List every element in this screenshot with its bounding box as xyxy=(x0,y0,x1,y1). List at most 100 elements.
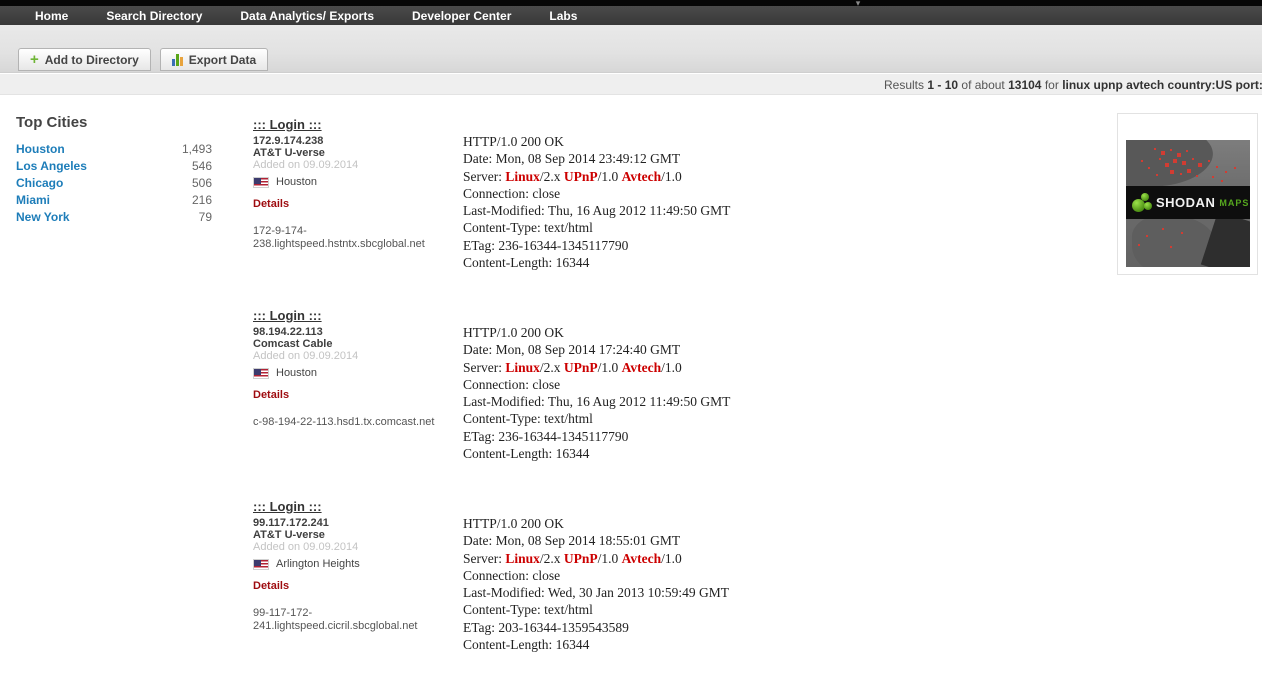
result-banner: HTTP/1.0 200 OKDate: Mon, 08 Sep 2014 18… xyxy=(463,498,713,653)
result-city: Houston xyxy=(276,367,317,379)
banner-line: Date: Mon, 08 Sep 2014 23:49:12 GMT xyxy=(463,150,713,167)
result-meta: ::: Login ::: 172.9.174.238 AT&T U-verse… xyxy=(253,116,463,271)
banner-line: Content-Length: 16344 xyxy=(463,254,713,271)
results-range: 1 - 10 xyxy=(927,78,958,92)
banner-line: Content-Length: 16344 xyxy=(463,636,713,653)
city-row: Miami 216 xyxy=(16,191,212,208)
result-meta: ::: Login ::: 98.194.22.113 Comcast Cabl… xyxy=(253,307,463,462)
result-added-date: Added on 09.09.2014 xyxy=(253,350,463,362)
result-added-date: Added on 09.09.2014 xyxy=(253,541,463,553)
details-link[interactable]: Details xyxy=(253,389,289,401)
banner-line: Connection: close xyxy=(463,185,713,202)
banner-line: Content-Type: text/html xyxy=(463,601,713,618)
map-red-dots xyxy=(1126,140,1128,142)
city-link[interactable]: Miami xyxy=(16,193,50,207)
nav-item-labs[interactable]: Labs xyxy=(549,9,577,23)
result-title-link[interactable]: ::: Login ::: xyxy=(253,117,322,132)
map-dark-region xyxy=(1201,211,1250,267)
banner-line: ETag: 236-16344-1345117790 xyxy=(463,428,713,445)
results-summary: Results 1 - 10 of about 13104 for linux … xyxy=(884,78,1262,92)
result-isp: AT&T U-verse xyxy=(253,529,463,541)
city-count: 1,493 xyxy=(182,142,212,156)
result-meta: ::: Login ::: 99.117.172.241 AT&T U-vers… xyxy=(253,498,463,653)
banner-line: Last-Modified: Wed, 30 Jan 2013 10:59:49… xyxy=(463,584,713,601)
banner-line: Content-Type: text/html xyxy=(463,219,713,236)
map-landmass-north xyxy=(1126,140,1216,192)
shodan-search-results-page: ▾ Home Search Directory Data Analytics/ … xyxy=(0,0,1262,677)
main-navbar: Home Search Directory Data Analytics/ Ex… xyxy=(0,6,1262,25)
city-count: 506 xyxy=(192,176,212,190)
results-for: for xyxy=(1045,78,1059,92)
city-link[interactable]: Los Angeles xyxy=(16,159,87,173)
shodan-maps-thumbnail[interactable]: SHODAN MAPS xyxy=(1117,113,1258,275)
city-link[interactable]: New York xyxy=(16,210,70,224)
map-title: SHODAN xyxy=(1156,195,1215,210)
plus-icon: + xyxy=(30,54,39,66)
result-isp: Comcast Cable xyxy=(253,338,463,350)
banner-line: Connection: close xyxy=(463,376,713,393)
shodan-logo-icon xyxy=(1130,190,1156,216)
banner-line: Last-Modified: Thu, 16 Aug 2012 11:49:50… xyxy=(463,202,713,219)
result-ip: 172.9.174.238 xyxy=(253,135,463,147)
city-link[interactable]: Houston xyxy=(16,142,65,156)
result-city: Houston xyxy=(276,176,317,188)
city-count: 546 xyxy=(192,159,212,173)
bar-chart-icon xyxy=(172,54,183,66)
banner-line: ETag: 203-16344-1359543589 xyxy=(463,619,713,636)
toolbar: + Add to Directory Export Data xyxy=(18,48,268,71)
add-to-directory-button[interactable]: + Add to Directory xyxy=(18,48,151,71)
result-banner: HTTP/1.0 200 OKDate: Mon, 08 Sep 2014 17… xyxy=(463,307,713,462)
result-title-link[interactable]: ::: Login ::: xyxy=(253,308,322,323)
add-to-directory-label: Add to Directory xyxy=(45,53,139,67)
nav-item-search-directory[interactable]: Search Directory xyxy=(106,9,202,23)
city-row: Chicago 506 xyxy=(16,174,212,191)
city-row: Los Angeles 546 xyxy=(16,157,212,174)
result-hostname: c-98-194-22-113.hsd1.tx.comcast.net xyxy=(253,416,453,429)
details-link[interactable]: Details xyxy=(253,580,289,592)
us-flag-icon xyxy=(253,559,269,570)
nav-item-home[interactable]: Home xyxy=(35,9,68,23)
banner-line: HTTP/1.0 200 OK xyxy=(463,324,713,341)
details-link[interactable]: Details xyxy=(253,198,289,210)
us-flag-icon xyxy=(253,368,269,379)
banner-line: Server: Linux/2.x UPnP/1.0 Avtech/1.0 xyxy=(463,359,713,376)
search-result: ::: Login ::: 98.194.22.113 Comcast Cabl… xyxy=(253,307,713,462)
result-location: Houston xyxy=(253,176,463,188)
search-result: ::: Login ::: 172.9.174.238 AT&T U-verse… xyxy=(253,116,713,271)
map-logo-band: SHODAN MAPS xyxy=(1126,186,1250,219)
banner-line: HTTP/1.0 200 OK xyxy=(463,133,713,150)
banner-line: Connection: close xyxy=(463,567,713,584)
city-row: New York 79 xyxy=(16,208,212,225)
banner-line: Last-Modified: Thu, 16 Aug 2012 11:49:50… xyxy=(463,393,713,410)
result-ip: 99.117.172.241 xyxy=(253,517,463,529)
export-data-button[interactable]: Export Data xyxy=(160,48,268,71)
banner-line: ETag: 236-16344-1345117790 xyxy=(463,237,713,254)
result-banner: HTTP/1.0 200 OKDate: Mon, 08 Sep 2014 23… xyxy=(463,116,713,271)
search-result: ::: Login ::: 99.117.172.241 AT&T U-vers… xyxy=(253,498,713,653)
result-added-date: Added on 09.09.2014 xyxy=(253,159,463,171)
city-count: 216 xyxy=(192,193,212,207)
banner-line: HTTP/1.0 200 OK xyxy=(463,515,713,532)
result-location: Houston xyxy=(253,367,463,379)
results-prefix: Results xyxy=(884,78,924,92)
results-query: linux upnp avtech country:US port:8 xyxy=(1062,78,1262,92)
result-location: Arlington Heights xyxy=(253,558,463,570)
result-title-link[interactable]: ::: Login ::: xyxy=(253,499,322,514)
city-list: Houston 1,493 Los Angeles 546 Chicago 50… xyxy=(16,140,212,225)
result-isp: AT&T U-verse xyxy=(253,147,463,159)
result-hostname: 172-9-174-238.lightspeed.hstntx.sbcgloba… xyxy=(253,225,453,251)
city-link[interactable]: Chicago xyxy=(16,176,63,190)
banner-line: Date: Mon, 08 Sep 2014 17:24:40 GMT xyxy=(463,341,713,358)
nav-item-developer-center[interactable]: Developer Center xyxy=(412,9,511,23)
results-middle: of about xyxy=(961,78,1004,92)
banner-line: Content-Type: text/html xyxy=(463,410,713,427)
results-summary-band: Results 1 - 10 of about 13104 for linux … xyxy=(0,74,1262,95)
toolbar-band: + Add to Directory Export Data xyxy=(0,25,1262,73)
nav-item-data-analytics-exports[interactable]: Data Analytics/ Exports xyxy=(240,9,374,23)
banner-line: Content-Length: 16344 xyxy=(463,445,713,462)
top-cities-sidebar: Top Cities Houston 1,493 Los Angeles 546… xyxy=(16,114,212,225)
results-total: 13104 xyxy=(1008,78,1041,92)
result-hostname: 99-117-172-241.lightspeed.cicril.sbcglob… xyxy=(253,607,453,633)
banner-line: Server: Linux/2.x UPnP/1.0 Avtech/1.0 xyxy=(463,168,713,185)
banner-line: Date: Mon, 08 Sep 2014 18:55:01 GMT xyxy=(463,532,713,549)
